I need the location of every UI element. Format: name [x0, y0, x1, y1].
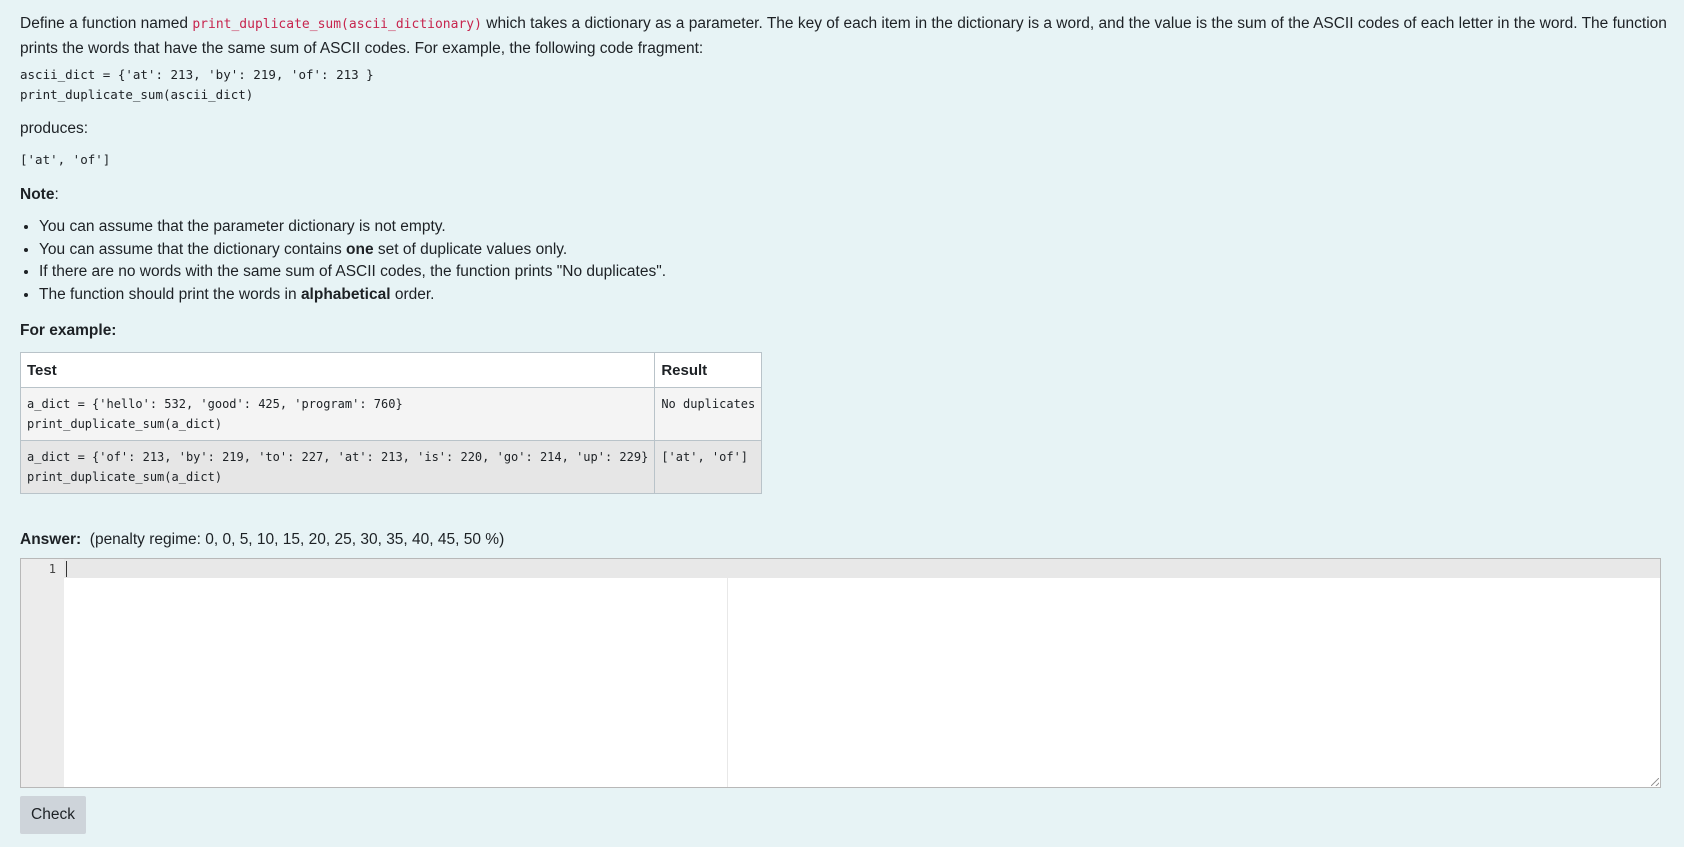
table-row: a_dict = {'hello': 532, 'good': 425, 'pr…: [19, 387, 763, 441]
example-output-block: ['at', 'of']: [20, 152, 111, 167]
note-text-before: The function should print the words in: [39, 285, 301, 303]
test-cell: a_dict = {'of': 213, 'by': 219, 'to': 22…: [19, 440, 656, 494]
table-row: a_dict = {'of': 213, 'by': 219, 'to': 22…: [19, 440, 763, 494]
note-text-after: set of duplicate values only.: [373, 240, 568, 258]
for-example-heading: For example:: [20, 322, 117, 339]
note-text-after: order.: [390, 285, 435, 303]
question-panel: Define a function named print_duplicate_…: [0, 0, 1684, 847]
note-heading: Note:: [20, 186, 59, 204]
check-button[interactable]: Check: [20, 796, 86, 834]
note-item: You can assume that the parameter dictio…: [39, 216, 666, 239]
print-margin: [727, 559, 728, 787]
note-text: If there are no words with the same sum …: [39, 263, 667, 280]
note-text-before: You can assume that the dictionary conta…: [39, 240, 347, 258]
answer-label: Answer:: [20, 531, 82, 548]
header-test: Test: [19, 352, 656, 388]
note-text-bold: alphabetical: [300, 285, 391, 303]
test-cell: a_dict = {'hello': 532, 'good': 425, 'pr…: [19, 387, 656, 441]
answer-heading: Answer: (penalty regime: 0, 0, 5, 10, 15…: [20, 531, 504, 549]
resize-grip-icon[interactable]: [1651, 778, 1659, 786]
note-item: The function should print the words in a…: [39, 284, 666, 307]
question-intro: Define a function named print_duplicate_…: [20, 12, 1670, 61]
note-text-bold: one: [346, 240, 374, 258]
function-signature: print_duplicate_sum(ascii_dictionary): [192, 17, 482, 32]
intro-before-code: Define a function named: [20, 15, 193, 32]
notes-list: You can assume that the parameter dictio…: [20, 216, 666, 306]
example-code-block: ascii_dict = {'at': 213, 'by': 219, 'of'…: [20, 67, 374, 102]
line-number-gutter: 1: [21, 559, 64, 787]
produces-label: produces:: [20, 120, 89, 137]
result-cell: No duplicates: [654, 387, 763, 441]
table-header-row: Test Result: [19, 352, 763, 388]
penalty-regime: (penalty regime: 0, 0, 5, 10, 15, 20, 25…: [89, 531, 505, 548]
note-item: If there are no words with the same sum …: [39, 261, 666, 284]
question-text: Define a function named print_duplicate_…: [20, 12, 1670, 61]
header-result: Result: [654, 352, 763, 388]
note-item: You can assume that the dictionary conta…: [39, 239, 666, 262]
line-number: 1: [48, 562, 56, 576]
active-line-highlight: [64, 559, 1660, 578]
note-colon: :: [54, 186, 59, 203]
note-text: You can assume that the parameter dictio…: [39, 218, 446, 235]
text-cursor: [66, 561, 67, 577]
answer-code-editor[interactable]: 1: [20, 558, 1661, 788]
note-label: Note: [20, 186, 55, 203]
result-cell: ['at', 'of']: [654, 440, 763, 494]
examples-table: Test Result a_dict = {'hello': 532, 'goo…: [19, 352, 763, 494]
